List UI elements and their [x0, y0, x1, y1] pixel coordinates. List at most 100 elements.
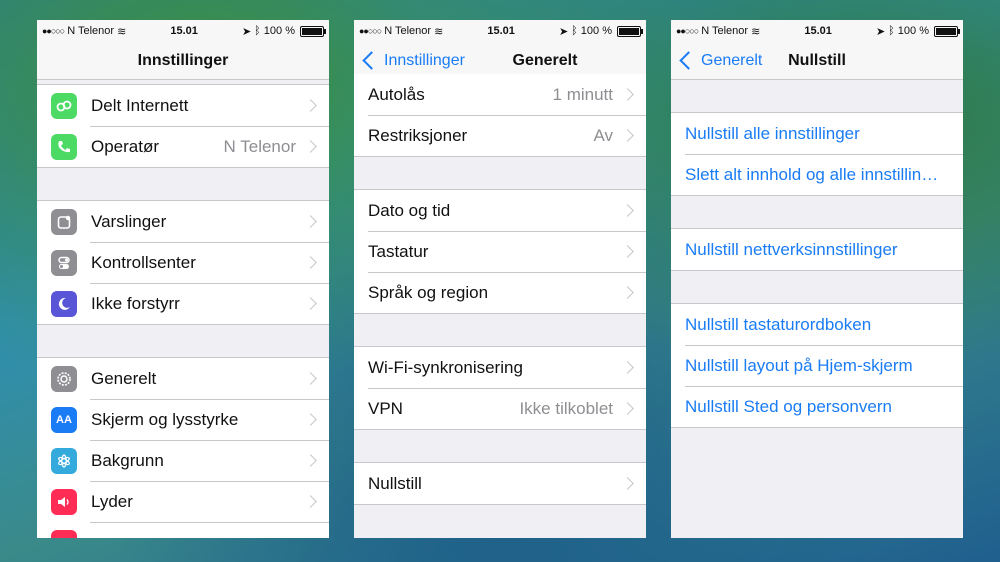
- item-label: Dato og tid: [368, 200, 451, 220]
- item-label: Nullstill layout på Hjem-skjerm: [685, 355, 913, 375]
- item-value: Ikke tilkoblet: [519, 398, 613, 418]
- wallpaper-icon: [51, 447, 77, 474]
- settings-group-notifications: Varslinger Kontrollsenter Ikke forstyrr: [37, 200, 329, 325]
- battery-icon: [616, 25, 643, 37]
- phone-icon: [51, 133, 77, 160]
- wifi-icon: ≋: [117, 25, 127, 38]
- chevron-right-icon: [304, 495, 317, 508]
- chevron-right-icon: [304, 372, 317, 385]
- chevron-left-icon: [362, 51, 381, 70]
- item-label: Kontrollsenter: [91, 252, 196, 272]
- chevron-right-icon: [621, 477, 634, 490]
- settings-item-general[interactable]: Generelt: [37, 358, 329, 399]
- general-item-restrictions[interactable]: Restriksjoner Av: [354, 115, 646, 156]
- reset-group-network: Nullstill nettverksinnstillinger: [671, 228, 963, 271]
- item-label: Bakgrunn: [91, 450, 164, 470]
- erase-all-content-button[interactable]: Slett alt innhold og alle innstillin…: [671, 154, 963, 195]
- clock: 15.01: [170, 25, 198, 37]
- wifi-icon: ≋: [434, 25, 444, 38]
- chevron-right-icon: [304, 256, 317, 269]
- battery-label: 100 %: [580, 25, 612, 37]
- item-label: Nullstill alle innstillinger: [685, 123, 860, 143]
- back-label: Innstillinger: [384, 51, 465, 69]
- item-label: Varslinger: [91, 211, 167, 231]
- chevron-right-icon: [621, 204, 634, 217]
- item-label: Wi-Fi-synkronisering: [368, 357, 523, 377]
- nav-bar: Innstillinger: [37, 42, 329, 80]
- settings-group-network: Delt Internett Operatør N Telenor: [37, 84, 329, 168]
- page-title: Innstillinger: [137, 51, 229, 69]
- item-label: Nullstill tastaturordboken: [685, 314, 872, 334]
- item-label: Nullstill nettverksinnstillinger: [685, 239, 898, 259]
- wifi-icon: ≋: [751, 25, 761, 38]
- chevron-right-icon: [304, 215, 317, 228]
- item-label: Språk og region: [368, 282, 489, 302]
- general-item-wifi-sync[interactable]: Wi-Fi-synkronisering: [354, 347, 646, 388]
- general-group-locale: Dato og tid Tastatur Språk og region: [354, 189, 646, 314]
- general-item-keyboard[interactable]: Tastatur: [354, 231, 646, 272]
- bluetooth-icon: ᛒ: [888, 25, 895, 37]
- status-bar: ●●○○○ N Telenor ≋ 15.01 ➤ ᛒ 100 %: [671, 20, 963, 42]
- settings-screen: ●●○○○ N Telenor ≋ 15.01 ➤ ᛒ 100 % Innsti…: [37, 20, 329, 538]
- item-label: Nullstill: [368, 473, 422, 493]
- battery-icon: [299, 25, 326, 37]
- general-item-vpn[interactable]: VPN Ikke tilkoblet: [354, 388, 646, 429]
- settings-item-sounds[interactable]: Lyder: [37, 481, 329, 522]
- reset-network-settings-button[interactable]: Nullstill nettverksinnstillinger: [671, 229, 963, 270]
- settings-item-display[interactable]: AA Skjerm og lysstyrke: [37, 399, 329, 440]
- chevron-right-icon: [304, 99, 317, 112]
- partial-icon: [51, 529, 77, 538]
- clock: 15.01: [487, 25, 515, 37]
- settings-item-personal-hotspot[interactable]: Delt Internett: [37, 85, 329, 126]
- chevron-right-icon: [304, 140, 317, 153]
- signal-icon: ●●○○○: [42, 26, 65, 36]
- settings-item-notifications[interactable]: Varslinger: [37, 201, 329, 242]
- item-label: Generelt: [91, 368, 157, 388]
- chevron-right-icon: [304, 297, 317, 310]
- location-icon: ➤: [558, 25, 569, 38]
- signal-icon: ●●○○○: [359, 26, 382, 36]
- reset-screen: ●●○○○ N Telenor ≋ 15.01 ➤ ᛒ 100 % Genere…: [671, 20, 963, 538]
- sound-icon: [51, 488, 77, 515]
- chevron-right-icon: [304, 454, 317, 467]
- clock: 15.01: [804, 25, 832, 37]
- bluetooth-icon: ᛒ: [254, 25, 261, 37]
- item-label: Ikke forstyrr: [91, 293, 180, 313]
- reset-location-privacy-button[interactable]: Nullstill Sted og personvern: [671, 386, 963, 427]
- reset-group-settings: Nullstill alle innstillinger Slett alt i…: [671, 112, 963, 196]
- chevron-right-icon: [621, 129, 634, 142]
- item-value: Av: [593, 125, 613, 145]
- chevron-right-icon: [621, 402, 634, 415]
- general-group-lock: Autolås 1 minutt Restriksjoner Av: [354, 74, 646, 157]
- signal-icon: ●●○○○: [676, 26, 699, 36]
- settings-group-general: Generelt AA Skjerm og lysstyrke Bakgrunn…: [37, 357, 329, 538]
- back-button[interactable]: Generelt: [677, 42, 762, 79]
- settings-item-partial[interactable]: [37, 522, 329, 538]
- general-item-autolock[interactable]: Autolås 1 minutt: [354, 74, 646, 115]
- item-label: Autolås: [368, 84, 425, 104]
- location-icon: ➤: [241, 25, 252, 38]
- settings-item-do-not-disturb[interactable]: Ikke forstyrr: [37, 283, 329, 324]
- battery-label: 100 %: [263, 25, 295, 37]
- chevron-right-icon: [621, 245, 634, 258]
- reset-all-settings-button[interactable]: Nullstill alle innstillinger: [671, 113, 963, 154]
- display-icon: AA: [51, 406, 77, 433]
- general-item-date-time[interactable]: Dato og tid: [354, 190, 646, 231]
- carrier-label: N Telenor: [701, 25, 749, 37]
- item-value: 1 minutt: [552, 84, 613, 104]
- general-group-reset: Nullstill: [354, 462, 646, 505]
- settings-item-carrier[interactable]: Operatør N Telenor: [37, 126, 329, 167]
- nav-bar: Generelt Nullstill: [671, 42, 963, 80]
- settings-item-wallpaper[interactable]: Bakgrunn: [37, 440, 329, 481]
- control-center-icon: [51, 249, 77, 276]
- item-label: Lyder: [91, 491, 133, 511]
- gear-icon: [51, 365, 77, 392]
- settings-item-control-center[interactable]: Kontrollsenter: [37, 242, 329, 283]
- general-item-language-region[interactable]: Språk og region: [354, 272, 646, 313]
- chevron-right-icon: [621, 286, 634, 299]
- reset-keyboard-dictionary-button[interactable]: Nullstill tastaturordboken: [671, 304, 963, 345]
- chevron-right-icon: [621, 88, 634, 101]
- general-item-reset[interactable]: Nullstill: [354, 463, 646, 504]
- reset-home-layout-button[interactable]: Nullstill layout på Hjem-skjerm: [671, 345, 963, 386]
- item-label: Skjerm og lysstyrke: [91, 409, 239, 429]
